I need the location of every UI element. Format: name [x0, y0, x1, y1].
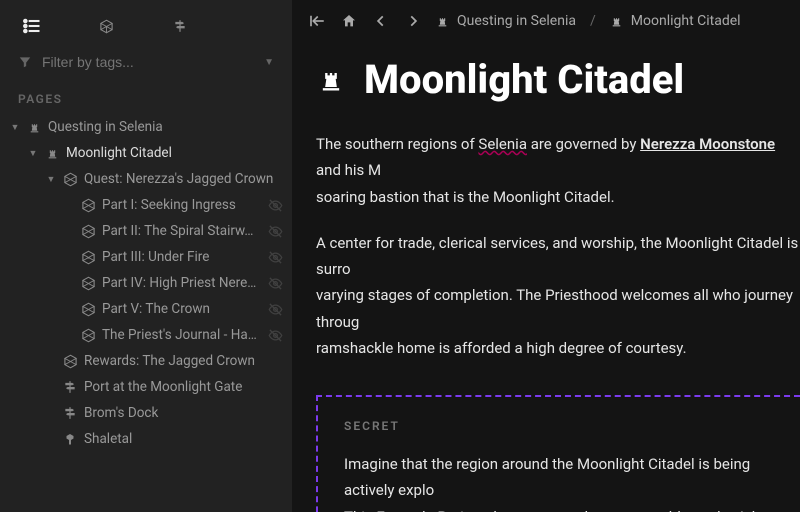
signpost-icon [62, 405, 78, 421]
filter-input[interactable] [42, 54, 254, 70]
hidden-icon[interactable] [268, 250, 286, 265]
tree-item-2[interactable]: ▼ Quest: Nerezza's Jagged Crown [0, 166, 292, 192]
breadcrumb-label-0: Questing in Selenia [457, 13, 576, 29]
tree-item-label: Part II: The Spiral Stairw… [102, 223, 262, 239]
d20-icon [62, 353, 78, 369]
tree-item-4[interactable]: Part II: The Spiral Stairw… [0, 218, 292, 244]
breadcrumb-bar: Questing in Selenia / Moonlight Citadel [292, 0, 800, 42]
tree-item-label: Questing in Selenia [48, 119, 286, 135]
rook-icon [316, 65, 346, 95]
home-button[interactable] [340, 12, 358, 30]
tree-item-label: Rewards: The Jagged Crown [84, 353, 286, 369]
d20-icon [80, 249, 96, 265]
breadcrumb-label-1: Moonlight Citadel [631, 13, 741, 29]
nav-forward-button[interactable] [404, 12, 422, 30]
filter-icon [18, 55, 32, 69]
paragraph-1: The southern regions of Selenia are gove… [316, 131, 800, 210]
tree-item-label: Brom's Dock [84, 405, 286, 421]
page-title: Moonlight Citadel [316, 56, 800, 103]
tree-item-label: The Priest's Journal - Ha… [102, 327, 262, 343]
breadcrumb-separator: / [590, 13, 596, 29]
secret-label: SECRET [344, 419, 774, 433]
breadcrumb-item-0[interactable]: Questing in Selenia [436, 13, 576, 29]
list-view-button[interactable] [20, 14, 44, 38]
sidebar: ▼ PAGES ▼ Questing in Selenia ▼ Moonlight C… [0, 0, 292, 512]
link-selenia[interactable]: Selenia [478, 135, 527, 153]
tree-item-6[interactable]: Part IV: High Priest Nere… [0, 270, 292, 296]
breadcrumb-item-1[interactable]: Moonlight Citadel [610, 13, 741, 29]
collapse-sidebar-button[interactable] [308, 12, 326, 30]
hidden-icon[interactable] [268, 276, 286, 291]
tree-item-3[interactable]: Part I: Seeking Ingress [0, 192, 292, 218]
filter-row: ▼ [0, 46, 292, 84]
d20-icon [62, 171, 78, 187]
sidebar-top-toolbar [0, 0, 292, 46]
tree-item-8[interactable]: The Priest's Journal - Ha… [0, 322, 292, 348]
nav-back-button[interactable] [372, 12, 390, 30]
hidden-icon[interactable] [268, 328, 286, 343]
hidden-icon[interactable] [268, 224, 286, 239]
link-nerezza[interactable]: Nerezza Moonstone [640, 135, 775, 153]
page-body: Moonlight Citadel The southern regions o… [292, 42, 800, 512]
secret-paragraph-1: Imagine that the region around the Moonl… [344, 451, 774, 512]
tree-item-label: Moonlight Citadel [66, 145, 286, 161]
tree-item-10[interactable]: Port at the Moonlight Gate [0, 374, 292, 400]
rook-icon [610, 15, 623, 28]
d20-icon [80, 301, 96, 317]
pin-icon [62, 431, 78, 447]
signpost-icon [62, 379, 78, 395]
paragraph-2: A center for trade, clerical services, a… [316, 230, 800, 361]
tree-item-5[interactable]: Part III: Under Fire [0, 244, 292, 270]
tree-item-1[interactable]: ▼ Moonlight Citadel [0, 140, 292, 166]
hidden-icon[interactable] [268, 198, 286, 213]
secret-callout: SECRET Imagine that the region around th… [316, 395, 800, 512]
tree-item-label: Part I: Seeking Ingress [102, 197, 262, 213]
tree-item-7[interactable]: Part V: The Crown [0, 296, 292, 322]
tree-item-label: Part V: The Crown [102, 301, 262, 317]
tree-item-label: Part III: Under Fire [102, 249, 262, 265]
rook-icon [436, 15, 449, 28]
main-content: Questing in Selenia / Moonlight Citadel … [292, 0, 800, 512]
hidden-icon[interactable] [268, 302, 286, 317]
filter-dropdown-icon[interactable]: ▼ [264, 57, 274, 68]
tree-item-9[interactable]: Rewards: The Jagged Crown [0, 348, 292, 374]
disclosure-icon[interactable]: ▼ [10, 122, 20, 133]
signpost-view-button[interactable] [168, 14, 192, 38]
disclosure-icon[interactable]: ▼ [46, 174, 56, 185]
rook-icon [26, 119, 42, 135]
d20-icon [80, 197, 96, 213]
d20-view-button[interactable] [94, 14, 118, 38]
tree-item-12[interactable]: Shaletal [0, 426, 292, 452]
page-tree: ▼ Questing in Selenia ▼ Moonlight Citadel ▼ Q… [0, 114, 292, 512]
tree-item-label: Part IV: High Priest Nere… [102, 275, 262, 291]
d20-icon [80, 223, 96, 239]
disclosure-icon[interactable]: ▼ [28, 148, 38, 159]
rook-icon [44, 145, 60, 161]
tree-item-label: Shaletal [84, 431, 286, 447]
d20-icon [80, 327, 96, 343]
pages-section-header: PAGES [0, 84, 292, 114]
page-title-text: Moonlight Citadel [364, 56, 684, 103]
tree-item-label: Quest: Nerezza's Jagged Crown [84, 171, 286, 187]
d20-icon [80, 275, 96, 291]
tree-item-11[interactable]: Brom's Dock [0, 400, 292, 426]
tree-item-0[interactable]: ▼ Questing in Selenia [0, 114, 292, 140]
tree-item-label: Port at the Moonlight Gate [84, 379, 286, 395]
